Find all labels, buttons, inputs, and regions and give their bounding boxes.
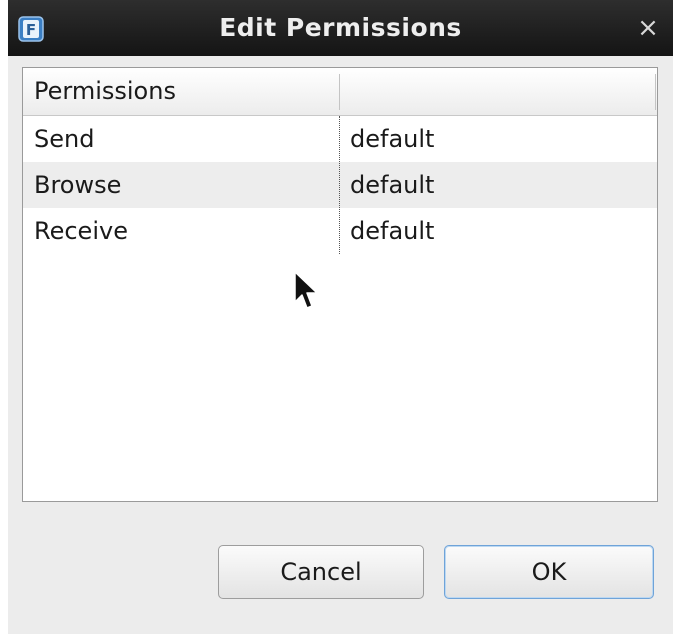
- close-icon[interactable]: ×: [635, 14, 661, 42]
- column-header-permissions[interactable]: Permissions: [23, 68, 339, 115]
- permission-value[interactable]: default: [350, 116, 650, 162]
- permission-name: Receive: [34, 217, 128, 245]
- column-divider: [339, 116, 340, 254]
- permission-value[interactable]: default: [350, 162, 650, 208]
- table-row[interactable]: Browse default: [23, 162, 657, 208]
- column-separator[interactable]: [655, 74, 656, 110]
- permission-name: Browse: [34, 171, 122, 199]
- permission-value[interactable]: default: [350, 208, 650, 254]
- mouse-pointer-icon: [294, 271, 318, 309]
- table-row[interactable]: Send default: [23, 116, 657, 162]
- permission-name: Send: [34, 125, 95, 153]
- table-row[interactable]: Receive default: [23, 208, 657, 254]
- permissions-table[interactable]: Permissions Send default Browse default …: [22, 67, 658, 502]
- title-bar[interactable]: F Edit Permissions ×: [8, 0, 673, 56]
- ok-button[interactable]: OK: [444, 545, 654, 599]
- table-header: Permissions: [23, 68, 657, 116]
- column-header-value[interactable]: [339, 68, 657, 115]
- edit-permissions-dialog: F Edit Permissions × Permissions Send de…: [8, 0, 673, 634]
- cancel-button[interactable]: Cancel: [218, 545, 424, 599]
- dialog-title: Edit Permissions: [219, 13, 462, 42]
